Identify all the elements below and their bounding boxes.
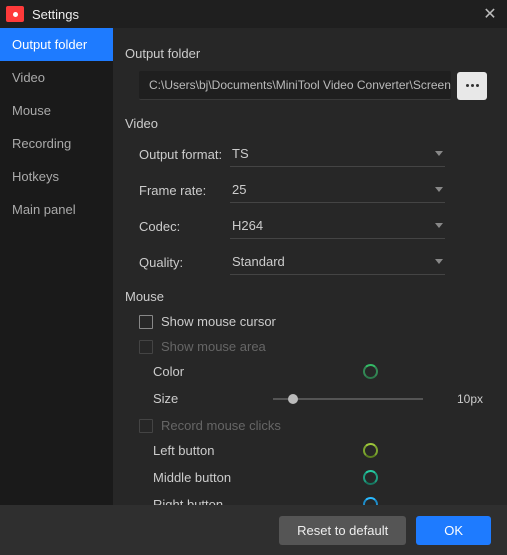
ok-button[interactable]: OK xyxy=(416,516,491,545)
sidebar-item-recording[interactable]: Recording xyxy=(0,127,113,160)
output-path-input[interactable]: C:\Users\bj\Documents\MiniTool Video Con… xyxy=(139,71,451,100)
chevron-down-icon xyxy=(435,151,443,156)
sidebar-item-hotkeys[interactable]: Hotkeys xyxy=(0,160,113,193)
sidebar-item-output-folder[interactable]: Output folder xyxy=(0,28,113,61)
show-area-checkbox[interactable]: Show mouse area xyxy=(125,339,487,354)
checkbox-icon xyxy=(139,419,153,433)
mouse-color-swatch[interactable] xyxy=(363,364,378,379)
left-button-label: Left button xyxy=(153,443,243,458)
right-button-label: Right button xyxy=(153,497,243,505)
ellipsis-icon xyxy=(466,84,469,87)
output-format-value: TS xyxy=(232,146,249,161)
titlebar: Settings ✕ xyxy=(0,0,507,28)
section-video-title: Video xyxy=(125,116,487,131)
frame-rate-value: 25 xyxy=(232,182,246,197)
sidebar: Output folder Video Mouse Recording Hotk… xyxy=(0,28,113,505)
close-icon[interactable]: ✕ xyxy=(479,4,501,24)
checkbox-icon xyxy=(139,315,153,329)
chevron-down-icon xyxy=(435,223,443,228)
frame-rate-select[interactable]: 25 xyxy=(230,177,445,203)
record-clicks-checkbox[interactable]: Record mouse clicks xyxy=(125,418,487,433)
section-output-folder-title: Output folder xyxy=(125,46,487,61)
record-clicks-label: Record mouse clicks xyxy=(161,418,281,433)
output-format-label: Output format: xyxy=(125,147,230,162)
left-button-color[interactable] xyxy=(363,443,378,458)
codec-select[interactable]: H264 xyxy=(230,213,445,239)
middle-button-color[interactable] xyxy=(363,470,378,485)
quality-select[interactable]: Standard xyxy=(230,249,445,275)
sidebar-item-mouse[interactable]: Mouse xyxy=(0,94,113,127)
mouse-size-value: 10px xyxy=(457,392,483,406)
mouse-color-label: Color xyxy=(153,364,243,379)
browse-button[interactable] xyxy=(457,72,487,100)
slider-thumb[interactable] xyxy=(288,394,298,404)
body: Output folder Video Mouse Recording Hotk… xyxy=(0,28,507,505)
chevron-down-icon xyxy=(435,187,443,192)
frame-rate-label: Frame rate: xyxy=(125,183,230,198)
show-area-label: Show mouse area xyxy=(161,339,266,354)
checkbox-icon xyxy=(139,340,153,354)
quality-label: Quality: xyxy=(125,255,230,270)
show-cursor-checkbox[interactable]: Show mouse cursor xyxy=(125,314,487,329)
middle-button-label: Middle button xyxy=(153,470,243,485)
content: Output folder C:\Users\bj\Documents\Mini… xyxy=(113,28,507,505)
reset-button[interactable]: Reset to default xyxy=(279,516,406,545)
settings-window: Settings ✕ Output folder Video Mouse Rec… xyxy=(0,0,507,555)
show-cursor-label: Show mouse cursor xyxy=(161,314,276,329)
mouse-size-slider[interactable] xyxy=(273,398,423,400)
output-format-select[interactable]: TS xyxy=(230,141,445,167)
section-mouse-title: Mouse xyxy=(125,289,487,304)
sidebar-item-main-panel[interactable]: Main panel xyxy=(0,193,113,226)
window-title: Settings xyxy=(32,7,479,22)
mouse-size-label: Size xyxy=(153,391,243,406)
codec-value: H264 xyxy=(232,218,263,233)
footer: Reset to default OK xyxy=(0,505,507,555)
app-icon xyxy=(6,6,24,22)
chevron-down-icon xyxy=(435,259,443,264)
codec-label: Codec: xyxy=(125,219,230,234)
sidebar-item-video[interactable]: Video xyxy=(0,61,113,94)
right-button-color[interactable] xyxy=(363,497,378,505)
quality-value: Standard xyxy=(232,254,285,269)
